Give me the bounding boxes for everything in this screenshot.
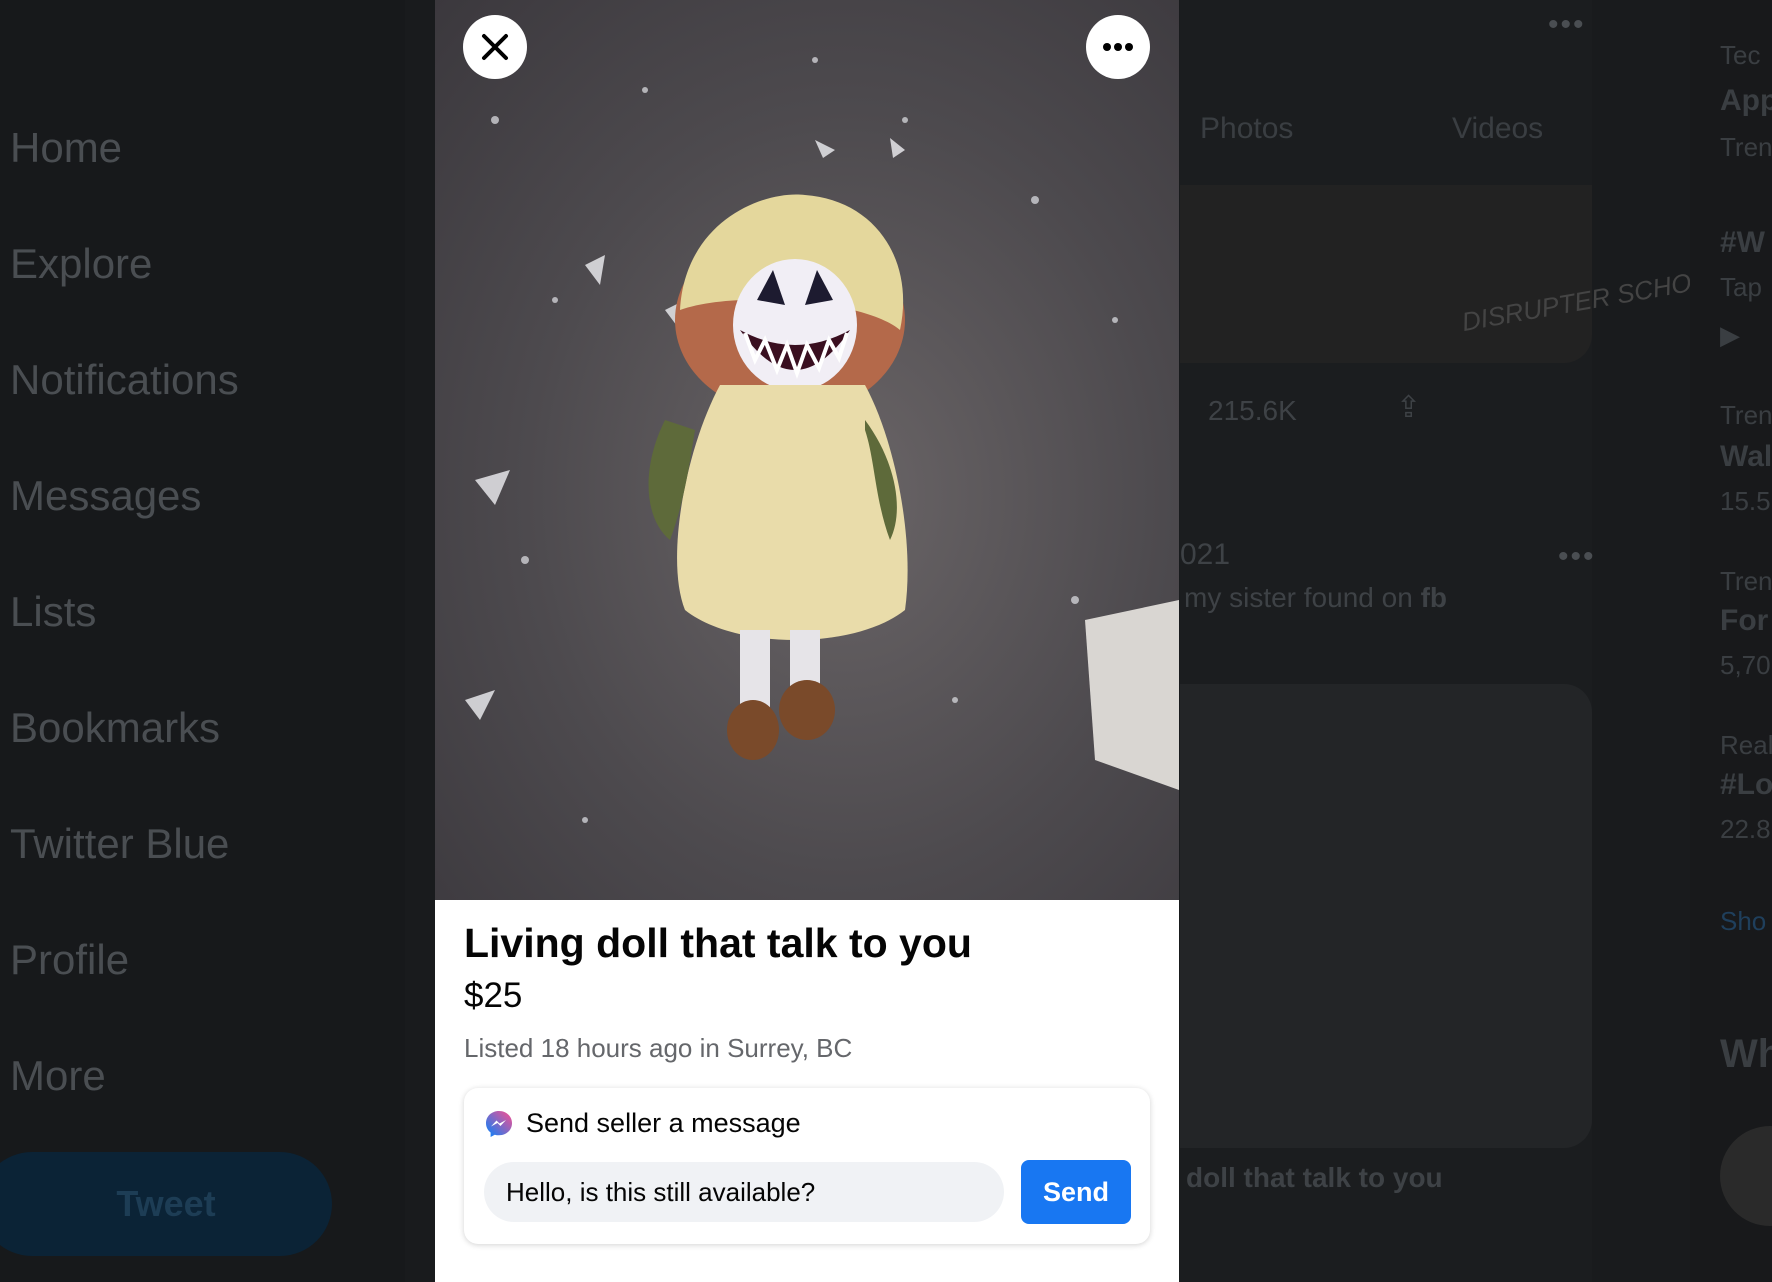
sidebar-item-messages[interactable]: Messages [10, 472, 201, 520]
trend-meta: 22.8 [1720, 814, 1771, 844]
message-seller-card: Send seller a message Send [464, 1088, 1150, 1244]
tab-videos[interactable]: Videos [1452, 112, 1543, 146]
trend-category: Tren [1720, 566, 1772, 596]
trend-meta: Tap [1720, 272, 1762, 302]
tweet-image-caption: doll that talk to you [1186, 1162, 1443, 1193]
message-header: Send seller a message [484, 1108, 801, 1139]
tweet-image[interactable] [1180, 684, 1592, 1148]
trend-title[interactable]: App [1720, 84, 1772, 118]
sidebar-item-explore[interactable]: Explore [10, 240, 152, 288]
sidebar-item-notifications[interactable]: Notifications [10, 356, 239, 404]
tweet-media-banner[interactable] [1180, 185, 1592, 363]
trend-title[interactable]: Wal [1720, 440, 1772, 474]
play-icon: ▶ [1720, 320, 1740, 350]
more-options-button[interactable] [1086, 15, 1150, 79]
trend-meta: 15.5 [1720, 486, 1771, 516]
who-to-follow-heading: Wh [1720, 1032, 1772, 1076]
trend-category: Tren [1720, 400, 1772, 430]
messenger-icon [486, 1110, 512, 1137]
listing-title: Living doll that talk to you [464, 920, 972, 966]
listing-meta: Listed 18 hours ago in Surrey, BC [464, 1033, 853, 1063]
message-header-label: Send seller a message [526, 1108, 801, 1138]
tab-photos[interactable]: Photos [1200, 112, 1293, 146]
trend-title[interactable]: #Lo [1720, 768, 1772, 802]
trend-title[interactable]: For [1720, 604, 1768, 638]
trend-category: Tec [1720, 40, 1761, 70]
listing-photo[interactable] [435, 0, 1179, 900]
sidebar-item-lists[interactable]: Lists [10, 588, 96, 636]
trends-panel: Tec App Tren #W Tap ▶ Tren Wal 15.5 Tren… [1690, 0, 1772, 1282]
sidebar-item-bookmarks[interactable]: Bookmarks [10, 704, 220, 752]
ellipsis-icon [1103, 43, 1133, 51]
trend-category: Real [1720, 730, 1772, 760]
more-options-icon[interactable]: ••• [1548, 8, 1586, 42]
tweet-more-icon[interactable]: ••• [1558, 540, 1596, 574]
close-icon [482, 34, 508, 60]
sidebar: Home Explore Notifications Messages List… [0, 0, 405, 1282]
sidebar-item-profile[interactable]: Profile [10, 936, 129, 984]
view-count: 215.6K [1208, 395, 1297, 426]
listing-modal: Living doll that talk to you $25 Listed … [435, 0, 1179, 1282]
trend-meta: Tren [1720, 132, 1772, 162]
show-more-link[interactable]: Sho [1720, 906, 1766, 937]
listing-price: $25 [464, 976, 523, 1015]
trend-title[interactable]: #W [1720, 226, 1765, 260]
message-input[interactable] [484, 1162, 1004, 1222]
trend-meta: 5,70 [1720, 650, 1771, 680]
sidebar-item-more[interactable]: More [10, 1052, 106, 1100]
tweet-date: 021 [1180, 538, 1231, 571]
sidebar-item-twitter-blue[interactable]: Twitter Blue [10, 820, 229, 868]
send-button[interactable]: Send [1021, 1160, 1131, 1224]
sidebar-item-home[interactable]: Home [10, 124, 122, 172]
share-icon[interactable]: ⇪ [1396, 390, 1421, 425]
tweet-button[interactable]: Tweet [0, 1152, 332, 1256]
doll-illustration [465, 57, 1179, 823]
close-button[interactable] [463, 15, 527, 79]
tweet-text: my sister found on fb [1184, 582, 1447, 613]
